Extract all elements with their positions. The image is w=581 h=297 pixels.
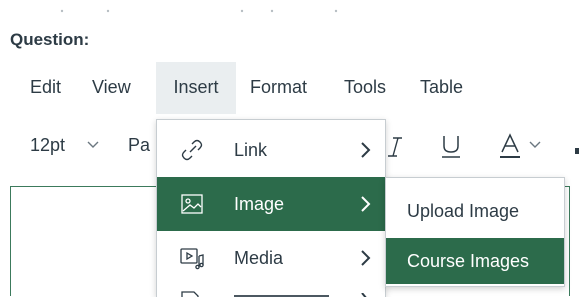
- submenu-item-label: Upload Image: [407, 201, 520, 221]
- menu-edit[interactable]: Edit: [30, 62, 61, 114]
- editor-menubar: Edit View Insert Format Tools Table: [0, 62, 581, 114]
- question-label: Question:: [10, 30, 90, 49]
- insert-dropdown-menu: Link Image Media: [156, 119, 386, 297]
- cropped-toolbar-icon[interactable]: [573, 146, 581, 156]
- font-size-value: 12pt: [30, 135, 66, 155]
- menu-view[interactable]: View: [92, 62, 131, 114]
- menu-item-link[interactable]: Link: [157, 123, 385, 177]
- document-icon: [181, 291, 199, 297]
- menu-item-media[interactable]: Media: [157, 231, 385, 285]
- media-icon: [180, 248, 204, 270]
- paragraph-select[interactable]: Pa: [128, 122, 150, 168]
- chevron-down-icon[interactable]: [86, 140, 100, 150]
- menu-insert[interactable]: Insert: [156, 62, 236, 114]
- link-icon: [181, 139, 203, 161]
- menu-item-label: Link: [234, 140, 268, 160]
- menu-format[interactable]: Format: [250, 62, 307, 114]
- chevron-right-icon: [361, 142, 371, 158]
- menu-item-image[interactable]: Image: [157, 177, 385, 231]
- chevron-down-icon[interactable]: [528, 140, 542, 150]
- menu-item-cropped[interactable]: [157, 285, 385, 297]
- chevron-right-icon: [361, 293, 367, 297]
- submenu-item-upload-image[interactable]: Upload Image: [386, 188, 564, 234]
- cropped-text-remnant: [60, 9, 338, 13]
- chevron-right-icon: [361, 196, 371, 212]
- submenu-item-course-images[interactable]: Course Images: [386, 238, 564, 284]
- menu-item-label: Image: [234, 194, 285, 214]
- italic-icon[interactable]: [385, 134, 405, 160]
- underline-icon[interactable]: [440, 132, 462, 160]
- chevron-right-icon: [361, 250, 371, 266]
- image-submenu: Upload Image Course Images: [385, 177, 565, 287]
- text-color-icon[interactable]: [498, 132, 522, 160]
- submenu-item-label: Course Images: [407, 251, 530, 271]
- font-size-select[interactable]: 12pt: [30, 122, 65, 168]
- menu-item-label: Media: [234, 248, 284, 268]
- menu-tools[interactable]: Tools: [344, 62, 386, 114]
- image-icon: [181, 194, 203, 214]
- menu-table[interactable]: Table: [420, 62, 463, 114]
